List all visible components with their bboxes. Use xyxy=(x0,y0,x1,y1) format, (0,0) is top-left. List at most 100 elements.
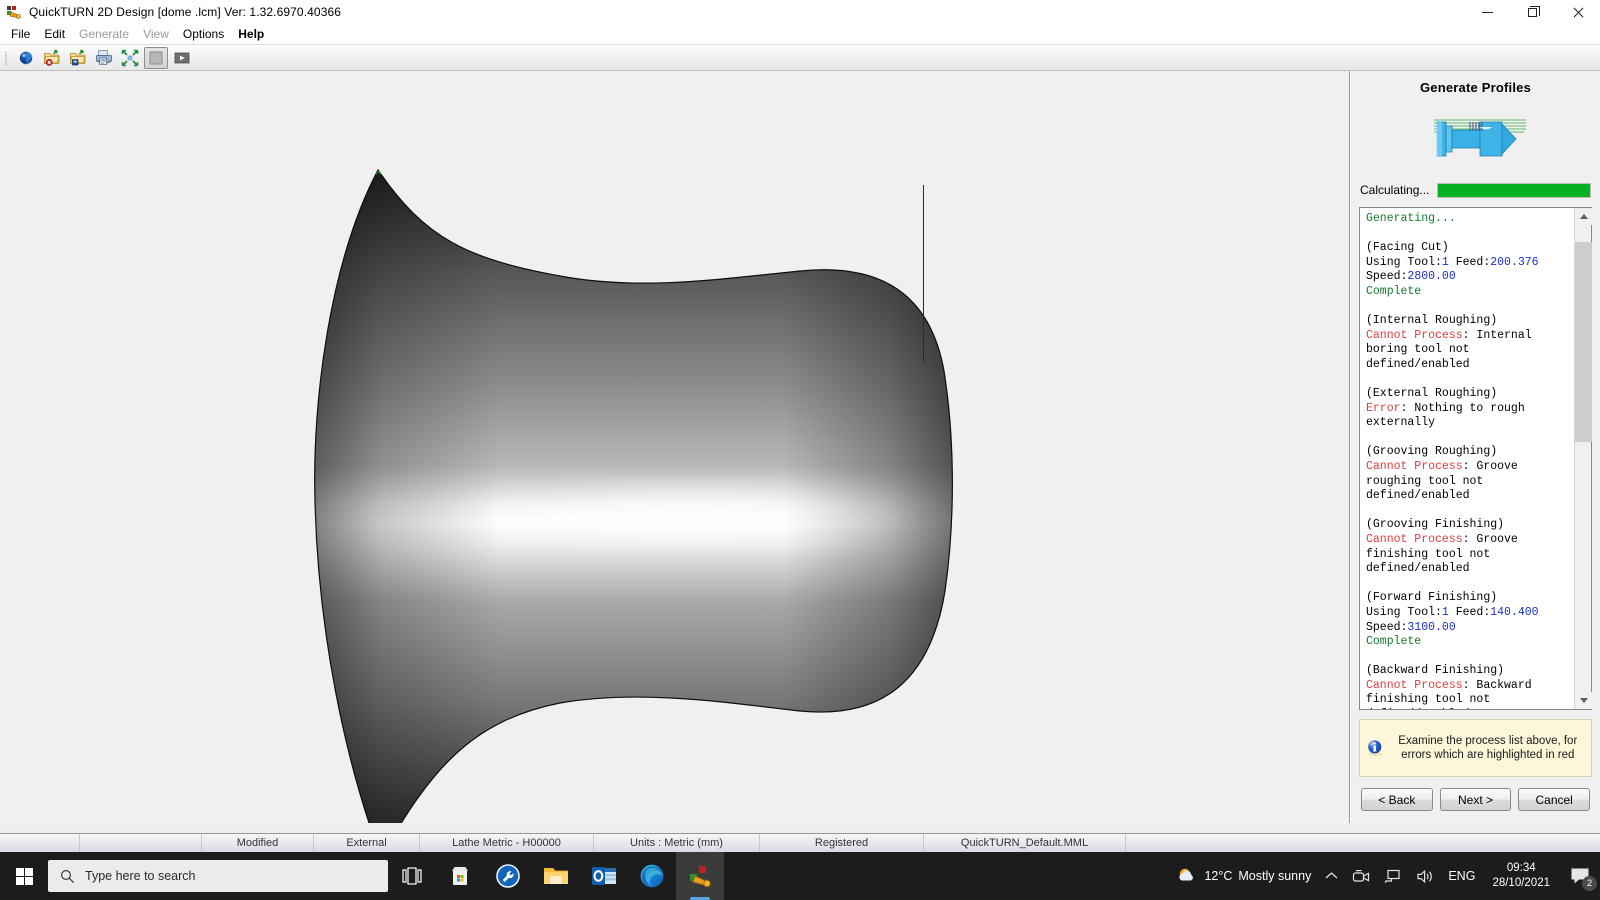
menu-view[interactable]: View xyxy=(136,24,176,44)
next-button[interactable]: Next > xyxy=(1439,788,1512,811)
process-log-scrollbar[interactable] xyxy=(1574,207,1592,709)
status-cell-0 xyxy=(0,834,80,852)
clock-date: 28/10/2021 xyxy=(1492,877,1550,889)
volume-button[interactable] xyxy=(1409,852,1441,900)
search-input[interactable]: Type here to search xyxy=(48,860,388,892)
window-controls xyxy=(1465,0,1600,24)
status-filler xyxy=(0,823,1600,833)
toolbar xyxy=(0,44,1600,71)
weather-icon xyxy=(1179,868,1194,881)
menu-options[interactable]: Options xyxy=(176,24,231,44)
scrollbar-thumb[interactable] xyxy=(1575,241,1592,442)
microsoft-store-button[interactable] xyxy=(436,852,484,900)
toolbar-grip[interactable] xyxy=(3,49,9,67)
weather-widget[interactable]: 12°C Mostly sunny xyxy=(1169,852,1318,900)
application-window: QuickTURN 2D Design [dome .lcm] Ver: 1.3… xyxy=(0,0,1600,900)
render-solid-icon[interactable] xyxy=(14,47,38,69)
outlook-icon xyxy=(592,867,616,885)
close-button[interactable] xyxy=(1555,0,1600,24)
app-icon xyxy=(6,4,22,20)
settings-tool-button[interactable] xyxy=(484,852,532,900)
hint-box: Examine the process list above, for erro… xyxy=(1359,719,1592,777)
process-log-container: Generating... (Facing Cut) Using Tool:1 F… xyxy=(1359,206,1592,710)
clock-time: 09:34 xyxy=(1506,862,1536,874)
camera-icon xyxy=(1353,869,1370,882)
quickturn-icon xyxy=(690,866,711,888)
edge-icon xyxy=(640,864,664,888)
clock[interactable]: 09:34 28/10/2021 xyxy=(1482,852,1560,900)
viewport-canvas[interactable] xyxy=(0,71,1349,823)
scroll-down-icon[interactable] xyxy=(1575,692,1592,709)
lathe-part-preview-icon xyxy=(1351,99,1600,177)
window-title: QuickTURN 2D Design [dome .lcm] Ver: 1.3… xyxy=(29,5,342,19)
menu-help[interactable]: Help xyxy=(231,24,271,44)
microsoft-store-icon xyxy=(452,867,468,885)
open-folder-delete-icon[interactable] xyxy=(40,47,64,69)
outlook-button[interactable] xyxy=(580,852,628,900)
search-placeholder: Type here to search xyxy=(85,869,196,883)
process-log[interactable]: Generating... (Facing Cut) Using Tool:1 F… xyxy=(1360,208,1574,709)
chevron-up-icon xyxy=(1325,872,1338,879)
status-cell-modified: Modified xyxy=(202,834,314,852)
taskview-button[interactable] xyxy=(388,852,436,900)
scroll-up-icon[interactable] xyxy=(1575,207,1592,225)
search-icon xyxy=(60,869,75,883)
weather-condition: Mostly sunny xyxy=(1238,869,1312,883)
centerline-axis xyxy=(923,185,924,362)
panel-title: Generate Profiles xyxy=(1419,80,1532,95)
status-cell-external: External xyxy=(314,834,420,852)
print-preview-icon[interactable] xyxy=(92,47,116,69)
info-icon xyxy=(1368,740,1382,756)
cancel-button[interactable]: Cancel xyxy=(1518,788,1590,811)
open-folder-save-icon[interactable] xyxy=(66,47,90,69)
status-cell-postfile: QuickTURN_Default.MML xyxy=(924,834,1126,852)
language-label: ENG xyxy=(1448,869,1476,883)
system-tray: 12°C Mostly sunny ENG 09:34 28/10/2021 2 xyxy=(1169,852,1600,900)
status-cell-units: Units : Metric (mm) xyxy=(594,834,760,852)
edge-button[interactable] xyxy=(628,852,676,900)
hint-text: Examine the process list above, for erro… xyxy=(1398,735,1578,761)
progress-label: Calculating... xyxy=(1360,183,1430,198)
status-bar: Modified External Lathe Metric - H00000 … xyxy=(0,833,1600,852)
minimize-button[interactable] xyxy=(1465,0,1510,24)
menu-generate[interactable]: Generate xyxy=(72,24,136,44)
start-button[interactable] xyxy=(0,852,48,900)
windows-logo-icon xyxy=(15,867,33,885)
notification-badge: 2 xyxy=(1582,876,1597,891)
language-indicator[interactable]: ENG xyxy=(1441,852,1482,900)
file-explorer-icon xyxy=(544,868,568,884)
generate-profiles-panel: Generate Profiles Calculating... Generat… xyxy=(1350,71,1600,823)
run-simulation-icon[interactable] xyxy=(170,47,194,69)
progress-row: Calculating... xyxy=(1351,182,1600,198)
windows-taskbar: Type here to search 12°C Mostly sunny EN… xyxy=(0,852,1600,900)
workspace: Generate Profiles Calculating... Generat… xyxy=(0,71,1600,823)
turned-part-model xyxy=(314,168,953,823)
network-button[interactable] xyxy=(1377,852,1409,900)
status-cell-registered: Registered xyxy=(760,834,924,852)
task-view-icon xyxy=(402,867,422,885)
status-cell-8 xyxy=(1126,834,1600,852)
progress-fill xyxy=(1438,183,1590,197)
menu-file[interactable]: File xyxy=(4,24,37,44)
origin-marker-icon xyxy=(376,171,381,175)
settings-tool-icon xyxy=(496,864,520,888)
weather-temperature: 12°C xyxy=(1204,869,1233,883)
menu-bar: File Edit Generate View Options Help xyxy=(0,24,1600,44)
show-hidden-icons-button[interactable] xyxy=(1318,852,1345,900)
model-viewport[interactable] xyxy=(0,71,1350,823)
zoom-fit-icon[interactable] xyxy=(118,47,142,69)
shade-toggle-icon[interactable] xyxy=(144,46,168,69)
status-cell-machine: Lathe Metric - H00000 xyxy=(420,834,594,852)
camera-status-button[interactable] xyxy=(1345,852,1377,900)
maximize-button[interactable] xyxy=(1510,0,1555,24)
status-cell-1 xyxy=(80,834,202,852)
quickturn-button[interactable] xyxy=(676,852,724,900)
progress-bar xyxy=(1437,182,1591,198)
file-explorer-button[interactable] xyxy=(532,852,580,900)
notification-center-button[interactable]: 2 xyxy=(1560,852,1600,900)
title-bar: QuickTURN 2D Design [dome .lcm] Ver: 1.3… xyxy=(0,0,1600,24)
wizard-buttons: < Back Next > Cancel xyxy=(1351,777,1600,823)
back-button[interactable]: < Back xyxy=(1360,788,1433,811)
volume-icon xyxy=(1417,869,1433,883)
menu-edit[interactable]: Edit xyxy=(37,24,72,44)
